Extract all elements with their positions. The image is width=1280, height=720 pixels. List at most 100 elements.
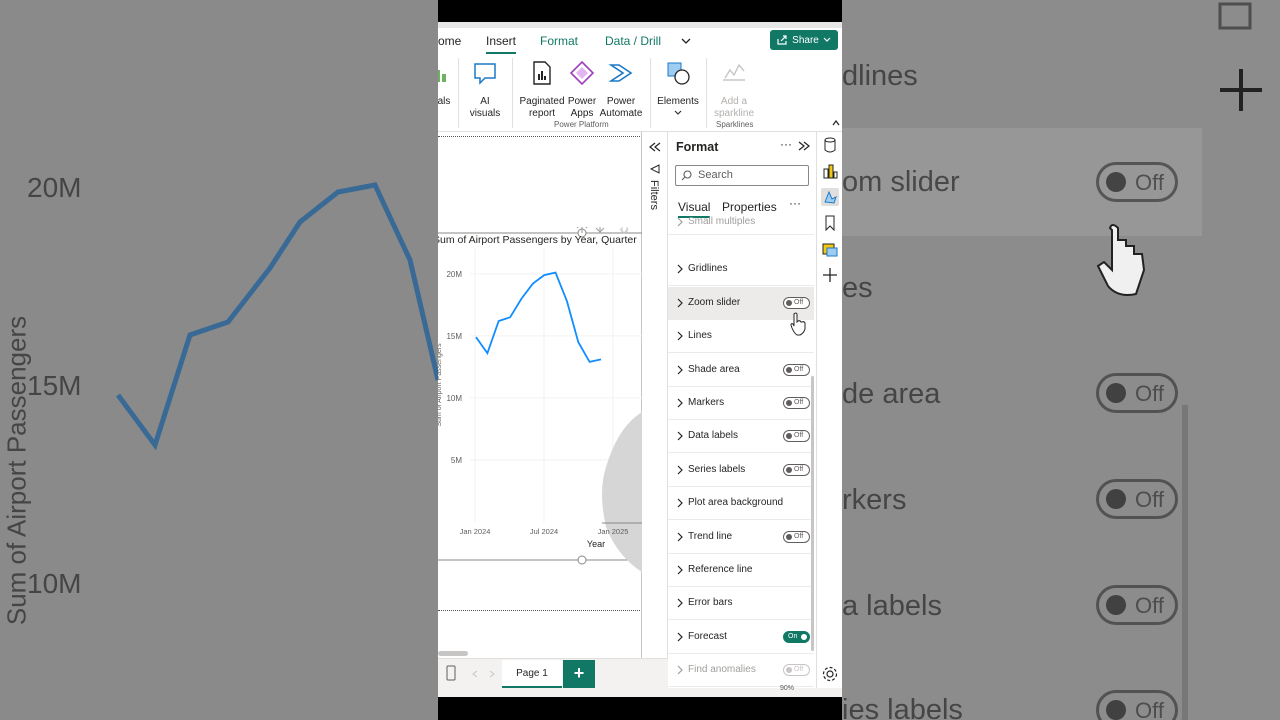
ribbon: als AI visuals Paginated report Power Ap… bbox=[438, 54, 842, 132]
format-card-shade-area[interactable]: Shade area Off bbox=[668, 354, 814, 387]
database-icon[interactable] bbox=[821, 136, 839, 154]
filters-pane-collapsed[interactable]: Filters bbox=[642, 132, 668, 658]
power-automate-label: Power Automate bbox=[599, 96, 643, 119]
collapse-ribbon-icon[interactable] bbox=[832, 120, 840, 126]
selection-icon[interactable] bbox=[821, 240, 839, 258]
format-card-forecast[interactable]: Forecast On bbox=[668, 621, 814, 654]
paginated-report-button[interactable]: Paginated report bbox=[518, 60, 566, 120]
chevron-right-icon bbox=[677, 365, 683, 375]
format-card-find-anomalies[interactable]: Find anomalies Off bbox=[668, 654, 814, 688]
add-sparkline-button[interactable]: Add a sparkline bbox=[710, 60, 758, 120]
format-card-label: Series labels bbox=[688, 463, 746, 475]
more-options-icon[interactable]: ··· bbox=[780, 137, 792, 151]
format-card-plot-area-background[interactable]: Plot area background bbox=[668, 487, 814, 521]
toggle-switch[interactable]: Off bbox=[783, 363, 810, 376]
settings-gear-icon[interactable] bbox=[821, 665, 839, 683]
format-card-series-labels[interactable]: Series labels Off bbox=[668, 454, 814, 487]
toggle-switch[interactable]: Off bbox=[783, 397, 810, 409]
tab-insert[interactable]: Insert bbox=[486, 34, 517, 54]
elements-button[interactable]: Elements bbox=[656, 60, 700, 116]
tab-data-drill[interactable]: Data / Drill bbox=[605, 34, 661, 48]
bookmark-icon[interactable] bbox=[821, 214, 839, 232]
format-card-small-multiples[interactable]: Small multiples bbox=[668, 211, 814, 235]
bg-line-chart bbox=[115, 182, 438, 451]
chevron-right-icon bbox=[677, 498, 683, 508]
report-canvas: 20M 15M 10M 5M Sum of Airport Passengers Jan … bbox=[438, 132, 642, 658]
format-card-data-labels[interactable]: Data labels Off bbox=[668, 420, 814, 454]
next-page-icon[interactable] bbox=[489, 670, 495, 678]
toggle-knob bbox=[786, 299, 792, 306]
toggle-state: Off bbox=[794, 399, 804, 406]
bg-icons bbox=[1096, 2, 1262, 720]
paginated-report-icon bbox=[533, 61, 551, 85]
visuals-button[interactable]: als bbox=[438, 60, 454, 108]
toggle-switch[interactable]: Off bbox=[783, 296, 810, 309]
toggle-switch[interactable]: On bbox=[783, 630, 810, 643]
page-tabs-bar: Page 1 + bbox=[438, 651, 668, 697]
share-label: Share bbox=[792, 34, 819, 46]
line-chart[interactable]: 20M 15M 10M 5M Sum of Airport Passengers Jan … bbox=[438, 227, 642, 572]
toggle-state: Off bbox=[794, 532, 804, 540]
toggle-state: Off bbox=[794, 432, 804, 440]
chevron-right-icon bbox=[677, 465, 683, 475]
search-input[interactable]: Search bbox=[675, 165, 809, 186]
format-card-reference-line[interactable]: Reference line bbox=[668, 554, 814, 587]
y-axis-label: Sum of Airport Passengers bbox=[438, 343, 443, 427]
toggle-knob bbox=[786, 667, 792, 674]
filters-label: Filters bbox=[648, 180, 660, 210]
format-card-label: Data labels bbox=[688, 430, 739, 442]
x-tick-label: Jan 2024 bbox=[460, 527, 491, 536]
y-tick-label: 5M bbox=[451, 456, 462, 465]
format-pane: Format ··· Search Visual Properties ··· … bbox=[668, 132, 816, 697]
format-card-markers[interactable]: Markers Off bbox=[668, 387, 814, 420]
chevron-right-icon bbox=[677, 298, 683, 308]
sparkline-icon bbox=[723, 63, 745, 81]
background-zoom-right: dlines om slider es de area rkers a labe… bbox=[842, 0, 1280, 720]
canvas-horizontal-scrollbar[interactable] bbox=[438, 651, 468, 656]
toggle-state: Off bbox=[794, 298, 804, 306]
format-card-trend-line[interactable]: Trend line Off bbox=[668, 521, 814, 554]
more-options-icon[interactable]: ··· bbox=[789, 196, 801, 210]
build-visual-icon[interactable] bbox=[821, 162, 839, 180]
add-icon[interactable] bbox=[821, 266, 839, 284]
format-card-gridlines[interactable]: Gridlines bbox=[668, 253, 814, 287]
collapse-double-chevron-icon[interactable] bbox=[649, 142, 661, 152]
mobile-layout-icon[interactable] bbox=[445, 665, 457, 681]
add-sparkline-label: Add a sparkline bbox=[714, 96, 755, 119]
more-tabs-chevron-icon[interactable] bbox=[681, 37, 691, 45]
tab-format[interactable]: Format bbox=[540, 34, 578, 48]
ribbon-separator bbox=[650, 58, 651, 128]
share-button[interactable]: Share bbox=[770, 30, 838, 50]
ai-visuals-button[interactable]: AI visuals bbox=[462, 60, 508, 120]
format-visual-icon[interactable] bbox=[821, 188, 839, 206]
ribbon-separator bbox=[458, 58, 459, 128]
toggle-switch[interactable]: Off bbox=[783, 463, 810, 476]
forecast-band bbox=[602, 412, 642, 572]
chevron-down-icon bbox=[823, 37, 831, 42]
power-platform-group-label: Power Platform bbox=[554, 120, 609, 129]
format-card-label: Zoom slider bbox=[688, 296, 741, 308]
toggle-state: Off bbox=[794, 365, 804, 373]
toggle-state: Off bbox=[794, 666, 804, 674]
background-zoom-left: 20M 15M 10M Sum of Airport Passengers bbox=[0, 0, 438, 720]
format-card-label: Plot area background bbox=[688, 497, 784, 509]
page-tab-page1[interactable]: Page 1 bbox=[502, 660, 562, 688]
format-pane-scrollbar[interactable] bbox=[811, 376, 814, 651]
previous-page-icon[interactable] bbox=[472, 670, 478, 678]
tab-home[interactable]: ome bbox=[438, 34, 461, 48]
format-card-label: Reference line bbox=[688, 564, 753, 575]
format-card-error-bars[interactable]: Error bars bbox=[668, 587, 814, 621]
toggle-switch[interactable]: Off bbox=[783, 530, 810, 543]
toggle-switch[interactable]: Off bbox=[783, 430, 810, 443]
chevron-right-icon bbox=[677, 331, 683, 341]
power-automate-button[interactable]: Power Automate bbox=[598, 60, 644, 120]
chevron-right-icon bbox=[677, 264, 683, 274]
power-automate-icon bbox=[608, 64, 633, 82]
toggle-switch[interactable]: Off bbox=[783, 664, 810, 677]
expand-double-chevron-icon[interactable] bbox=[798, 141, 810, 151]
chevron-right-icon bbox=[677, 217, 683, 227]
chevron-right-icon bbox=[677, 598, 683, 608]
power-apps-button[interactable]: Power Apps bbox=[566, 60, 598, 120]
add-page-button[interactable]: + bbox=[563, 660, 595, 688]
toggle-knob bbox=[786, 366, 792, 373]
